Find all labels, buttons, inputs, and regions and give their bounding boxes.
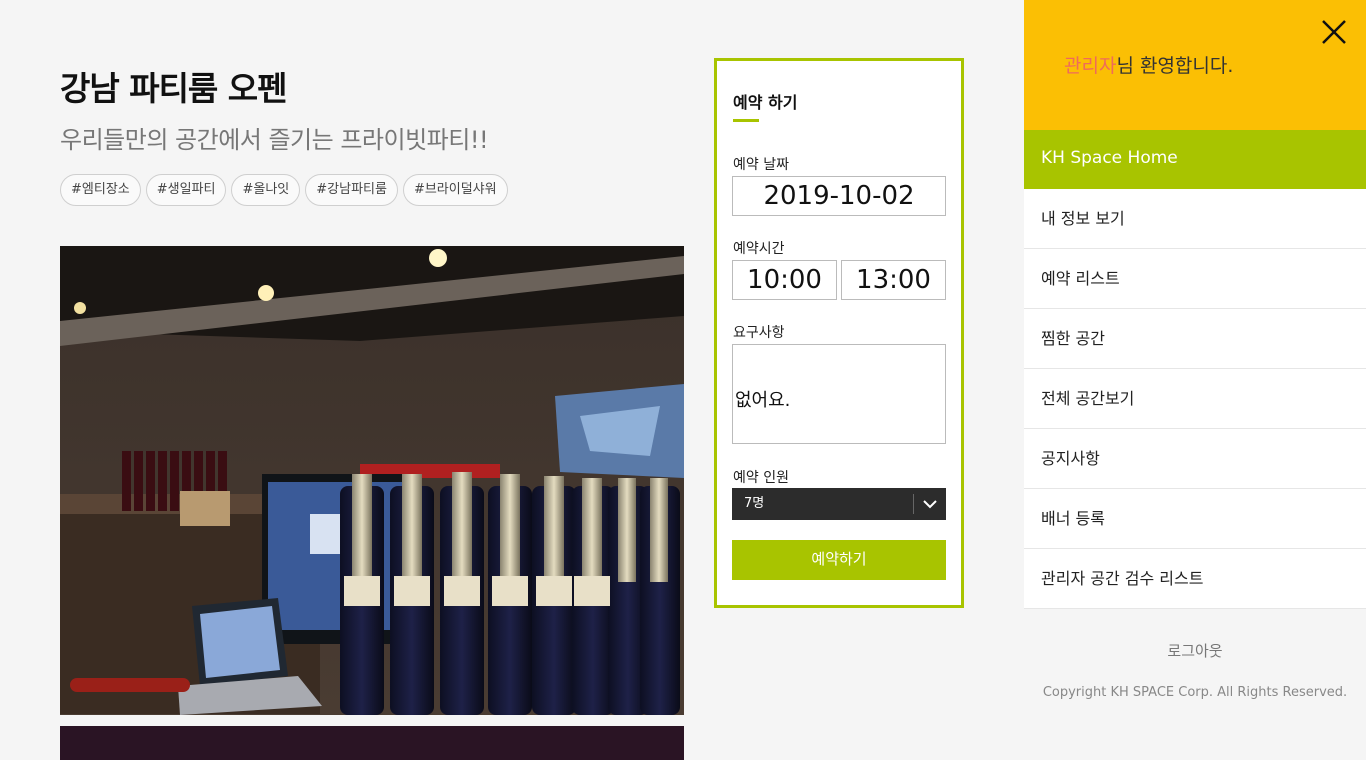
space-photo-secondary — [60, 726, 684, 760]
welcome-message: 관리자님 환영합니다. — [1064, 51, 1233, 78]
reservation-panel: 예약 하기 예약 날짜 2019-10-02 예약시간 10:00 13:00 … — [714, 58, 964, 608]
menu-item-banner-register[interactable]: 배너 등록 — [1024, 489, 1366, 549]
request-label: 요구사항 — [733, 325, 785, 341]
tag[interactable]: #강남파티룸 — [305, 174, 398, 206]
heading-underline — [733, 119, 759, 122]
reserve-button[interactable]: 예약하기 — [732, 540, 946, 580]
menu-item-wishlist[interactable]: 찜한 공간 — [1024, 309, 1366, 369]
side-menu-header: 관리자님 환영합니다. — [1024, 0, 1366, 130]
welcome-suffix: 님 환영합니다. — [1116, 55, 1234, 77]
chevron-down-icon — [923, 500, 937, 509]
menu-item-my-info[interactable]: 내 정보 보기 — [1024, 189, 1366, 249]
time-label: 예약시간 — [733, 241, 785, 257]
reservation-heading: 예약 하기 — [733, 93, 798, 112]
date-label: 예약 날짜 — [733, 157, 789, 173]
party-room-image — [60, 246, 684, 715]
tag[interactable]: #브라이덜샤워 — [402, 174, 508, 206]
menu-list: 내 정보 보기 예약 리스트 찜한 공간 전체 공간보기 공지사항 배너 등록 … — [1024, 189, 1366, 609]
people-select[interactable]: 7명 — [732, 488, 946, 520]
start-time-field[interactable]: 10:00 — [732, 260, 837, 300]
tag[interactable]: #엠티장소 — [60, 174, 141, 206]
space-photo — [60, 246, 684, 715]
logout-link[interactable]: 로그아웃 — [1024, 640, 1366, 661]
request-textarea[interactable]: 없어요. — [732, 344, 946, 444]
welcome-user: 관리자 — [1064, 55, 1117, 77]
side-menu: 관리자님 환영합니다. KH Space Home 내 정보 보기 예약 리스트… — [1024, 0, 1366, 760]
menu-item-admin-review[interactable]: 관리자 공간 검수 리스트 — [1024, 549, 1366, 609]
page-title: 강남 파티룸 오펜 — [60, 69, 287, 108]
close-icon[interactable] — [1320, 18, 1348, 46]
people-label: 예약 인원 — [733, 470, 789, 486]
copyright-text: Copyright KH SPACE Corp. All Rights Rese… — [1042, 685, 1348, 700]
menu-home-link[interactable]: KH Space Home — [1024, 130, 1366, 189]
menu-item-all-spaces[interactable]: 전체 공간보기 — [1024, 369, 1366, 429]
page-subtitle: 우리들만의 공간에서 즐기는 프라이빗파티!! — [60, 126, 489, 154]
menu-item-reservation-list[interactable]: 예약 리스트 — [1024, 249, 1366, 309]
date-field[interactable]: 2019-10-02 — [732, 176, 946, 216]
tag-list: #엠티장소 #생일파티 #올나잇 #강남파티룸 #브라이덜샤워 — [60, 174, 508, 206]
menu-item-notice[interactable]: 공지사항 — [1024, 429, 1366, 489]
select-divider — [913, 494, 914, 514]
tag[interactable]: #올나잇 — [231, 174, 301, 206]
end-time-field[interactable]: 13:00 — [841, 260, 946, 300]
tag[interactable]: #생일파티 — [145, 174, 227, 206]
people-select-value: 7명 — [744, 496, 765, 511]
